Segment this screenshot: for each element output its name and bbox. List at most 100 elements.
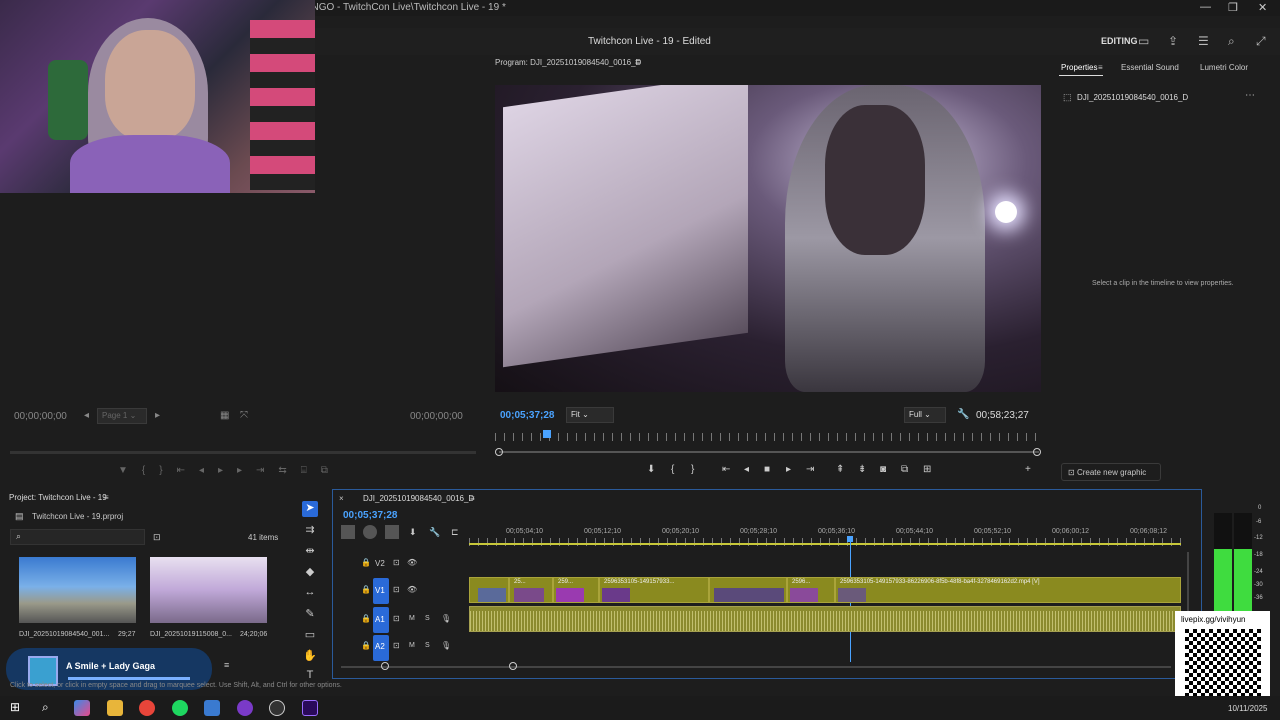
program-video-frame[interactable] bbox=[495, 85, 1041, 392]
sequence-menu-icon[interactable]: ≡ bbox=[470, 494, 475, 503]
grid-icon[interactable]: ▦ bbox=[220, 410, 229, 421]
step-back-icon[interactable]: ◂ bbox=[744, 464, 749, 475]
lock-icon[interactable]: 🔒 bbox=[361, 641, 371, 650]
tab-essential-sound[interactable]: Essential Sound bbox=[1121, 63, 1179, 72]
sync-icon[interactable]: ⊡ bbox=[393, 614, 400, 623]
linked-select-icon[interactable] bbox=[385, 525, 399, 539]
selection-tool-icon[interactable]: ➤ bbox=[302, 501, 318, 517]
app-icon[interactable] bbox=[204, 700, 220, 716]
move-icon[interactable]: ⤧ bbox=[240, 410, 248, 421]
scrub-start-handle[interactable] bbox=[495, 448, 503, 456]
sync-icon[interactable]: ⊡ bbox=[393, 558, 400, 567]
eye-icon[interactable]: 👁 bbox=[407, 585, 417, 594]
go-to-out-icon[interactable]: ⇥ bbox=[806, 464, 814, 475]
track-select-icon[interactable]: ⇉ bbox=[302, 523, 318, 539]
video-clip[interactable]: 2596353105-149157933-86226906-8f5b-48f8-… bbox=[835, 577, 1181, 603]
page-select[interactable]: Page 1 ⌄ bbox=[97, 408, 147, 424]
spotify-icon[interactable] bbox=[172, 700, 188, 716]
lock-icon[interactable]: 🔒 bbox=[361, 614, 371, 623]
menu-icon[interactable]: ☰ bbox=[1198, 34, 1209, 48]
program-scrubber[interactable] bbox=[499, 451, 1039, 453]
video-clip[interactable]: 2596353105-149157933... bbox=[599, 577, 709, 603]
scroll-handle-right[interactable] bbox=[509, 662, 517, 670]
source-transport[interactable]: ▼{}⇤◂▸▸⇥⇆⌸⧉ bbox=[118, 465, 478, 479]
create-graphic-button[interactable]: ⊡ Create new graphic bbox=[1061, 463, 1161, 481]
add-marker-icon[interactable]: ⬇ bbox=[409, 527, 417, 538]
project-thumb-2[interactable] bbox=[150, 557, 267, 623]
new-bin-icon[interactable]: ⊡ bbox=[153, 532, 161, 543]
type-icon[interactable]: T bbox=[302, 669, 318, 685]
video-clip[interactable]: 259... bbox=[553, 577, 599, 603]
tab-lumetri-color[interactable]: Lumetri Color bbox=[1200, 63, 1248, 72]
premiere-icon[interactable] bbox=[302, 700, 318, 716]
chrome-icon[interactable] bbox=[139, 700, 155, 716]
slip-icon[interactable]: ↔ bbox=[302, 586, 318, 602]
eye-icon[interactable]: 👁 bbox=[407, 558, 417, 567]
timeline-h-scrollbar[interactable] bbox=[341, 666, 1171, 668]
mute-toggle[interactable]: M bbox=[409, 615, 415, 622]
video-clip[interactable]: 25... bbox=[509, 577, 553, 603]
copilot-icon[interactable] bbox=[74, 700, 90, 716]
snap-icon[interactable] bbox=[363, 525, 377, 539]
stop-icon[interactable]: ■ bbox=[764, 464, 770, 475]
extract-icon[interactable]: ⇟ bbox=[858, 464, 866, 475]
program-menu-icon[interactable]: ≡ bbox=[635, 57, 640, 67]
razor-icon[interactable]: ◆ bbox=[302, 565, 318, 581]
project-menu-icon[interactable]: ≡ bbox=[104, 493, 109, 502]
close-button[interactable]: ✕ bbox=[1258, 1, 1267, 14]
work-area-bar[interactable] bbox=[469, 543, 1181, 545]
nest-icon[interactable] bbox=[341, 525, 355, 539]
playhead-marker[interactable] bbox=[543, 430, 551, 438]
file-explorer-icon[interactable] bbox=[107, 700, 123, 716]
project-thumb-1[interactable] bbox=[19, 557, 136, 623]
video-clip[interactable] bbox=[469, 577, 509, 603]
mark-out-icon[interactable]: } bbox=[691, 464, 694, 475]
prev-page-icon[interactable]: ◂ bbox=[84, 410, 89, 421]
search-icon[interactable]: ⌕ bbox=[42, 700, 49, 715]
timeline-current-time[interactable]: 00;05;37;28 bbox=[343, 510, 397, 521]
mute-toggle[interactable]: M bbox=[409, 642, 415, 649]
audio-clip[interactable] bbox=[469, 606, 1181, 632]
captions-icon[interactable]: ⊏ bbox=[451, 527, 459, 538]
fit-select[interactable]: Fit ⌄ bbox=[566, 407, 614, 423]
hand-icon[interactable]: ✋ bbox=[302, 649, 318, 665]
list-view-icon[interactable]: ≡ bbox=[224, 660, 229, 670]
marker-icon[interactable]: ⬇ bbox=[647, 464, 655, 475]
mic-icon[interactable]: 🎙 bbox=[441, 641, 451, 650]
solo-toggle[interactable]: S bbox=[425, 615, 430, 622]
rectangle-icon[interactable]: ▭ bbox=[302, 628, 318, 644]
sync-icon[interactable]: ⊡ bbox=[393, 641, 400, 650]
maximize-button[interactable]: ❐ bbox=[1228, 1, 1238, 14]
obs-icon[interactable] bbox=[269, 700, 285, 716]
track-v2[interactable]: V2 bbox=[375, 559, 385, 568]
sequence-tab[interactable]: DJI_20251019084540_0016_D bbox=[363, 494, 474, 503]
properties-menu-icon[interactable]: ≡ bbox=[1098, 63, 1103, 72]
video-clip[interactable] bbox=[709, 577, 787, 603]
pen-icon[interactable]: ✎ bbox=[302, 607, 318, 623]
workspace-label[interactable]: EDITING bbox=[1101, 36, 1138, 46]
track-a2[interactable]: A2 bbox=[375, 642, 385, 651]
track-v1[interactable]: V1 bbox=[375, 586, 385, 595]
go-to-in-icon[interactable]: ⇤ bbox=[722, 464, 730, 475]
lock-icon[interactable]: 🔒 bbox=[361, 585, 371, 594]
layout-icon[interactable]: ▭ bbox=[1138, 34, 1149, 48]
multi-cam-icon[interactable]: ⊞ bbox=[923, 464, 931, 475]
sync-icon[interactable]: ⊡ bbox=[393, 585, 400, 594]
settings-icon[interactable]: 🔧 bbox=[429, 527, 440, 538]
scrub-end-handle[interactable] bbox=[1033, 448, 1041, 456]
step-forward-icon[interactable]: ▸ bbox=[786, 464, 791, 475]
video-clip[interactable]: 2596... bbox=[787, 577, 835, 603]
project-search-input[interactable]: ⌕ bbox=[10, 529, 145, 545]
mic-icon[interactable]: 🎙 bbox=[441, 614, 451, 623]
solo-toggle[interactable]: S bbox=[425, 642, 430, 649]
source-scrubber[interactable] bbox=[10, 451, 476, 454]
lift-icon[interactable]: ⇞ bbox=[836, 464, 844, 475]
next-page-icon[interactable]: ▸ bbox=[155, 410, 160, 421]
discord-icon[interactable] bbox=[237, 700, 253, 716]
fullscreen-icon[interactable]: ⤢ bbox=[1256, 34, 1266, 49]
scroll-handle-left[interactable] bbox=[381, 662, 389, 670]
more-options-icon[interactable]: ⋯ bbox=[1245, 90, 1255, 101]
windows-start-icon[interactable]: ⊞ bbox=[10, 700, 20, 714]
wrench-icon[interactable]: 🔧 bbox=[957, 409, 969, 420]
program-ruler[interactable] bbox=[495, 433, 1041, 441]
